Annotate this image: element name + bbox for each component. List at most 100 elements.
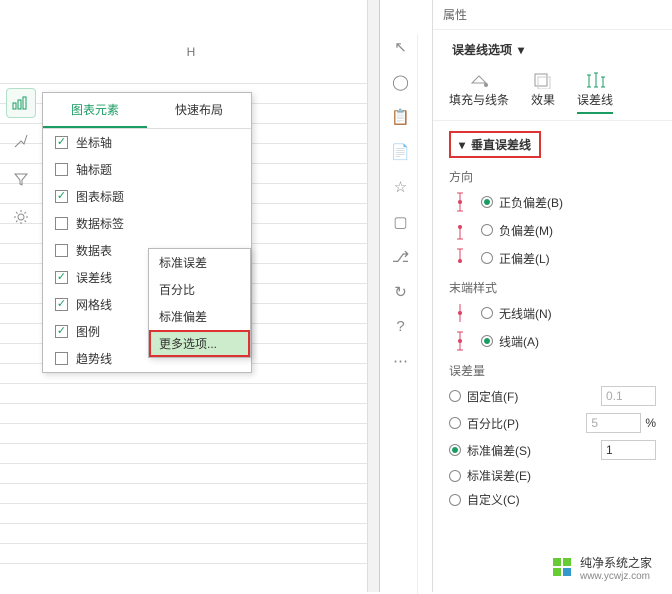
errorbar-submenu: 标准误差百分比标准偏差更多选项...	[148, 248, 251, 358]
checkbox-icon	[55, 352, 68, 365]
radio-icon	[481, 224, 493, 236]
checkbox-icon	[55, 271, 68, 284]
clipboard-icon[interactable]: 📋	[391, 108, 410, 126]
amount-label: 标准误差(E)	[467, 467, 656, 484]
radio-icon	[481, 307, 493, 319]
collapse-triangle-icon: ▾	[459, 138, 465, 152]
checkbox-icon	[55, 325, 68, 338]
endstyle-opt-1[interactable]: 线端(A)	[449, 330, 656, 352]
errorbar-end-icon	[449, 302, 471, 324]
radio-icon	[481, 196, 493, 208]
amount-label: 自定义(C)	[467, 491, 656, 508]
opt-label: 线端(A)	[499, 333, 539, 350]
tab-fill-line[interactable]: 填充与线条	[449, 71, 509, 114]
vertical-errorbar-heading[interactable]: ▾ 垂直误差线	[449, 131, 541, 158]
checkbox-icon	[55, 190, 68, 203]
cursor-icon[interactable]: ↖	[394, 38, 407, 56]
direction-opt-0[interactable]: 正负偏差(B)	[449, 191, 656, 213]
watermark-text: 纯净系统之家	[580, 554, 652, 571]
errorbar-end-icon	[449, 330, 471, 352]
chk-charttitle[interactable]: 图表标题	[43, 183, 251, 210]
tab-chart-elements[interactable]: 图表元素	[43, 93, 147, 128]
amount-input[interactable]: 1	[601, 440, 656, 460]
radio-icon	[481, 335, 493, 347]
submenu-item-3[interactable]: 更多选项...	[149, 330, 250, 357]
chk-axes[interactable]: 坐标轴	[43, 129, 251, 156]
endstyle-label: 末端样式	[449, 279, 656, 296]
share-icon[interactable]: ⎇	[392, 248, 409, 266]
right-icon-strip: ↖ ◯ 📋 📄 ☆ ▢ ⎇ ↻ ? ⋯	[384, 34, 418, 594]
amount-custom[interactable]: 自定义(C)	[449, 491, 656, 508]
chart-style-button[interactable]	[6, 126, 36, 156]
effects-icon	[532, 71, 554, 89]
chart-elements-button[interactable]	[6, 88, 36, 118]
fill-icon	[468, 71, 490, 89]
lock-icon[interactable]: 📄	[391, 143, 410, 161]
amount-label: 固定值(F)	[467, 388, 601, 405]
chk-label: 误差线	[76, 269, 112, 286]
chk-label: 图表标题	[76, 188, 124, 205]
cube-icon[interactable]: ▢	[393, 213, 407, 231]
watermark: 纯净系统之家 www.ycwjz.com	[552, 554, 652, 582]
checkbox-icon	[55, 298, 68, 311]
chk-label: 数据表	[76, 242, 112, 259]
dropdown-label: 误差线选项	[452, 41, 512, 58]
panel-title: 属性	[433, 0, 672, 30]
amount-label: 误差量	[449, 362, 656, 379]
watermark-url: www.ycwjz.com	[580, 571, 652, 582]
radio-icon	[449, 470, 461, 482]
amount-stddev[interactable]: 标准偏差(S)1	[449, 440, 656, 460]
more-icon[interactable]: ⋯	[393, 352, 408, 370]
help-icon[interactable]: ?	[396, 318, 404, 335]
checkbox-icon	[55, 163, 68, 176]
chk-datalabels[interactable]: 数据标签	[43, 210, 251, 237]
endstyle-opt-0[interactable]: 无线端(N)	[449, 302, 656, 324]
opt-label: 负偏差(M)	[499, 222, 553, 239]
refresh-icon[interactable]: ↻	[394, 283, 407, 301]
radio-icon	[449, 494, 461, 506]
chk-label: 网格线	[76, 296, 112, 313]
opt-label: 无线端(N)	[499, 305, 552, 322]
errorbar-dir-icon	[449, 247, 471, 269]
tab-quick-layout[interactable]: 快速布局	[147, 93, 251, 128]
chevron-down-icon: ▾	[518, 43, 524, 57]
chart-settings-button[interactable]	[6, 202, 36, 232]
checkbox-icon	[55, 136, 68, 149]
amount-pct[interactable]: 百分比(P)5%	[449, 413, 656, 433]
direction-opt-1[interactable]: 负偏差(M)	[449, 219, 656, 241]
errorbar-icon	[584, 71, 606, 89]
star-icon[interactable]: ☆	[394, 178, 407, 196]
amount-fixed[interactable]: 固定值(F)0.1	[449, 386, 656, 406]
chk-axistitle[interactable]: 轴标题	[43, 156, 251, 183]
chk-label: 图例	[76, 323, 100, 340]
amount-stderr[interactable]: 标准误差(E)	[449, 467, 656, 484]
amount-label: 百分比(P)	[467, 415, 586, 432]
opt-label: 正负偏差(B)	[499, 194, 563, 211]
chk-label: 趋势线	[76, 350, 112, 367]
unit: %	[645, 416, 656, 430]
amount-input[interactable]: 5	[586, 413, 641, 433]
errorbar-dir-icon	[449, 191, 471, 213]
radio-icon	[449, 444, 461, 456]
chk-label: 数据标签	[76, 215, 124, 232]
chart-filter-button[interactable]	[6, 164, 36, 194]
errorbar-options-dropdown[interactable]: 误差线选项 ▾	[445, 36, 531, 63]
submenu-item-0[interactable]: 标准误差	[149, 249, 250, 276]
tab-effects[interactable]: 效果	[531, 71, 555, 114]
checkbox-icon	[55, 244, 68, 257]
checkbox-icon	[55, 217, 68, 230]
amount-input[interactable]: 0.1	[601, 386, 656, 406]
amount-label: 标准偏差(S)	[467, 442, 601, 459]
chk-label: 轴标题	[76, 161, 112, 178]
shape-icon[interactable]: ◯	[392, 73, 409, 91]
vertical-scrollbar[interactable]	[367, 0, 379, 592]
radio-icon	[449, 390, 461, 402]
opt-label: 正偏差(L)	[499, 250, 550, 267]
submenu-item-1[interactable]: 百分比	[149, 276, 250, 303]
direction-opt-2[interactable]: 正偏差(L)	[449, 247, 656, 269]
submenu-item-2[interactable]: 标准偏差	[149, 303, 250, 330]
tab-errorbar[interactable]: 误差线	[577, 71, 613, 114]
column-header-h[interactable]: H	[145, 42, 237, 62]
chart-side-tools	[6, 88, 36, 240]
direction-label: 方向	[449, 168, 656, 185]
